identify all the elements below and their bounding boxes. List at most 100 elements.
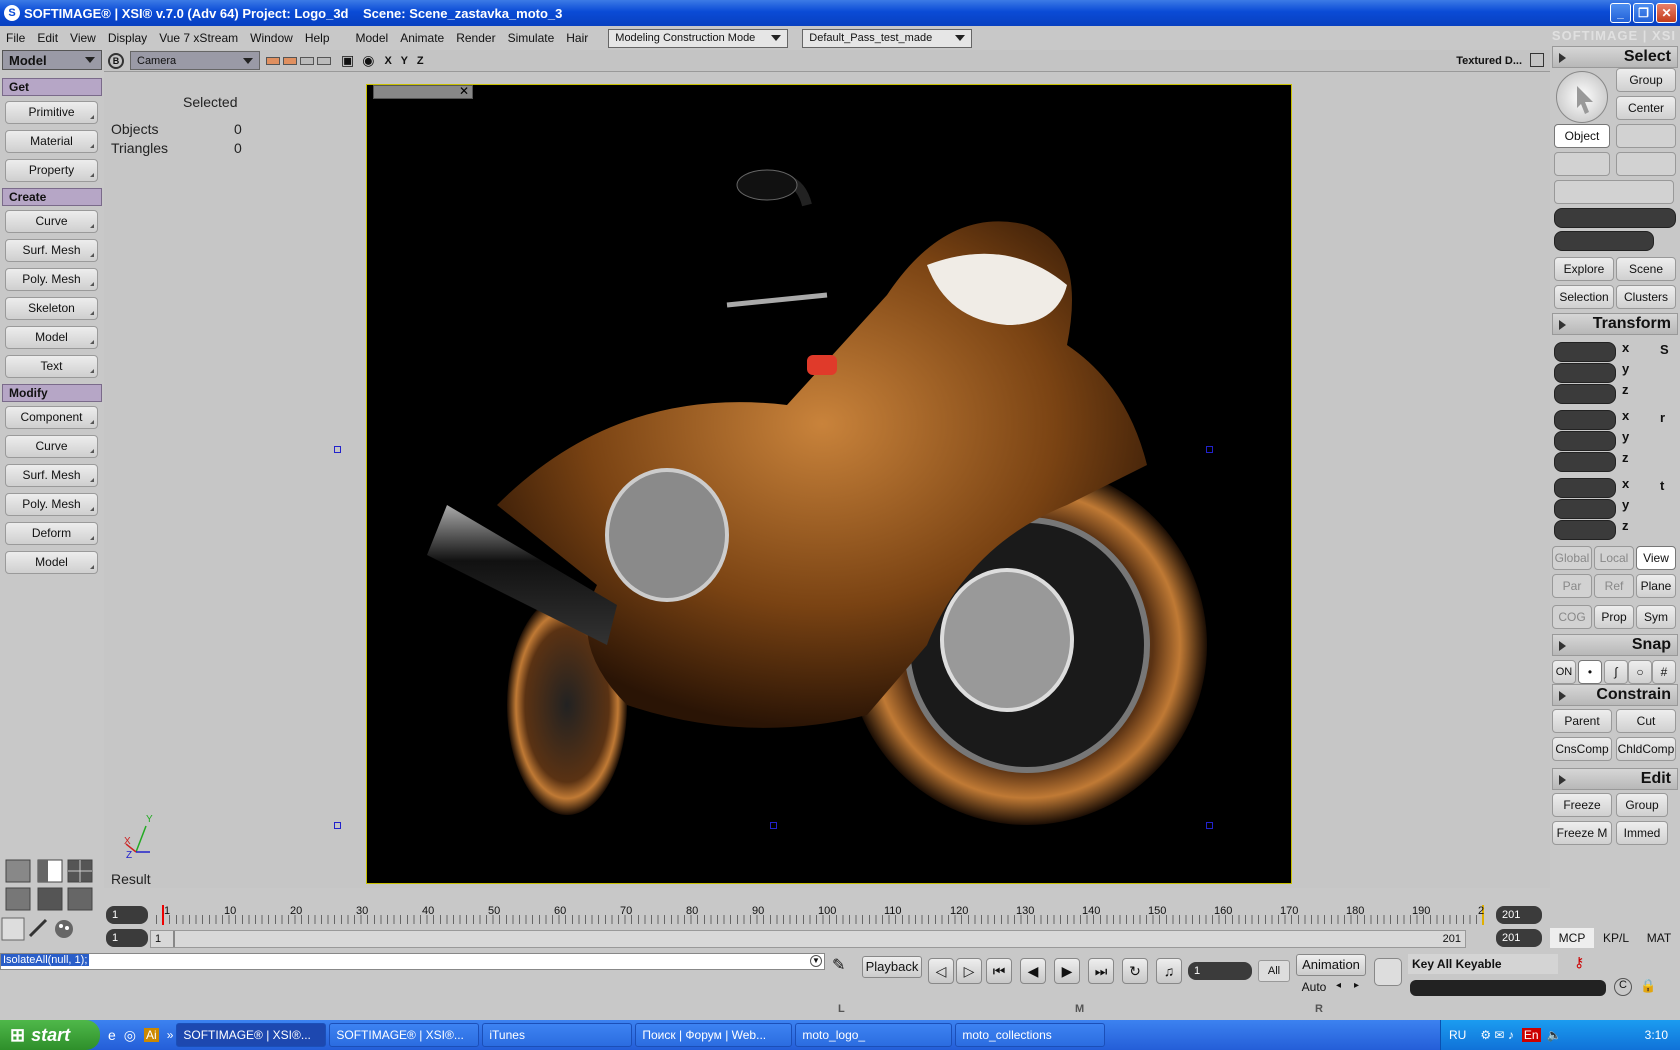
menu-vue[interactable]: Vue 7 xStream xyxy=(153,31,244,45)
loop-icon[interactable]: ↻ xyxy=(1122,958,1148,984)
key-lock-icon[interactable]: ⚷ xyxy=(1574,954,1594,974)
module-simulate[interactable]: Simulate xyxy=(502,31,561,45)
select-filter-dropdown[interactable] xyxy=(1554,180,1674,204)
illustrator-icon[interactable]: Ai xyxy=(144,1028,159,1042)
range-start-field[interactable]: 1 xyxy=(106,929,148,947)
prev-key-icon[interactable]: ◂ xyxy=(1336,980,1350,996)
display-mode-menu[interactable]: Textured D... xyxy=(1456,55,1522,67)
render-region-toolbar[interactable]: ✕ xyxy=(373,84,473,99)
first-frame-icon[interactable]: ⏮ xyxy=(986,958,1012,984)
tab-mcp[interactable]: MCP xyxy=(1550,928,1594,948)
rotate-x-field[interactable] xyxy=(1554,410,1616,430)
range-slider[interactable]: 1 201 xyxy=(150,930,1466,948)
audio-icon[interactable]: ♫ xyxy=(1156,958,1182,984)
eye-icon[interactable]: ◉ xyxy=(362,52,374,69)
plane-button[interactable]: Plane xyxy=(1636,574,1676,598)
create-skeleton-button[interactable]: Skeleton xyxy=(5,297,98,320)
module-animate[interactable]: Animate xyxy=(394,31,450,45)
task-softimage-1[interactable]: SOFTIMAGE® | XSI®... xyxy=(176,1023,327,1047)
constrain-header[interactable]: Constrain xyxy=(1552,684,1678,706)
range-end-field[interactable]: 201 xyxy=(1496,929,1542,947)
auto-key-button[interactable]: Auto xyxy=(1296,978,1332,996)
speaker-icon[interactable]: 🔈 xyxy=(1547,1028,1562,1042)
scale-y-field[interactable] xyxy=(1554,363,1616,383)
edit-header[interactable]: Edit xyxy=(1552,768,1678,790)
get-property-button[interactable]: Property xyxy=(5,159,98,182)
construction-mode-dropdown[interactable]: Modeling Construction Mode xyxy=(608,28,789,48)
rotate-z-field[interactable] xyxy=(1554,452,1616,472)
modify-deform-button[interactable]: Deform xyxy=(5,522,98,545)
sym-button[interactable]: Sym xyxy=(1636,605,1676,629)
module-hair[interactable]: Hair xyxy=(560,31,594,45)
animation-button[interactable]: Animation xyxy=(1296,954,1366,976)
cut-button[interactable]: Cut xyxy=(1616,709,1676,733)
parent-button[interactable]: Parent xyxy=(1552,709,1612,733)
handle-bottom-left[interactable] xyxy=(334,822,341,829)
prop-button[interactable]: Prop xyxy=(1594,605,1634,629)
timeline-ruler[interactable]: 1 10 20 30 40 50 60 70 80 90 100 110 120… xyxy=(156,905,1484,925)
viewport-layout-icons[interactable] xyxy=(4,858,94,914)
key-icon[interactable] xyxy=(1374,958,1402,986)
keying-field[interactable] xyxy=(1410,980,1606,996)
task-softimage-2[interactable]: SOFTIMAGE® | XSI®... xyxy=(329,1023,480,1047)
module-model[interactable]: Model xyxy=(350,31,395,45)
handle-bottom-right[interactable] xyxy=(1206,822,1213,829)
select-group-button[interactable]: Group xyxy=(1616,68,1676,92)
translate-y-field[interactable] xyxy=(1554,499,1616,519)
scale-x-field[interactable] xyxy=(1554,342,1616,362)
rotate-y-field[interactable] xyxy=(1554,431,1616,451)
play-forward-icon[interactable]: ▶ xyxy=(1054,958,1080,984)
section-modify[interactable]: Modify xyxy=(2,384,102,402)
render-region[interactable]: ✕ xyxy=(366,84,1292,884)
tool-icons[interactable] xyxy=(0,916,80,942)
snap-header[interactable]: Snap xyxy=(1552,634,1678,656)
menu-help[interactable]: Help xyxy=(299,31,336,45)
scale-z-field[interactable] xyxy=(1554,384,1616,404)
pass-dropdown[interactable]: Default_Pass_test_made xyxy=(802,28,973,48)
restore-button[interactable]: ❐ xyxy=(1633,3,1654,23)
snap-curve-icon[interactable]: ∫ xyxy=(1604,660,1628,684)
menu-file[interactable]: File xyxy=(0,31,31,45)
range-left-handle[interactable] xyxy=(173,931,175,947)
timeline-end-field[interactable]: 201 xyxy=(1496,906,1542,924)
select-empty-2[interactable] xyxy=(1554,152,1610,176)
browser-icon[interactable]: ◎ xyxy=(124,1027,136,1044)
create-surf-mesh-button[interactable]: Surf. Mesh xyxy=(5,239,98,262)
close-button[interactable]: ✕ xyxy=(1656,3,1677,23)
select-arrow-button[interactable] xyxy=(1556,71,1608,123)
module-render[interactable]: Render xyxy=(450,31,501,45)
playback-button[interactable]: Playback xyxy=(862,956,922,978)
select-empty-3[interactable] xyxy=(1616,152,1676,176)
global-button[interactable]: Global xyxy=(1552,546,1592,570)
translate-z-field[interactable] xyxy=(1554,520,1616,540)
freeze-button[interactable]: Freeze xyxy=(1552,793,1612,817)
cnscomp-button[interactable]: CnsComp xyxy=(1552,737,1612,761)
command-line[interactable]: IsolateAll(null, 1); ▼ xyxy=(0,953,825,970)
axes-toggle[interactable]: X Y Z xyxy=(384,55,426,67)
translate-t-button[interactable]: t xyxy=(1660,478,1664,493)
get-primitive-button[interactable]: Primitive xyxy=(5,101,98,124)
task-folder-moto-collections[interactable]: moto_collections xyxy=(955,1023,1106,1047)
language-indicator[interactable]: RU xyxy=(1449,1028,1466,1042)
task-itunes[interactable]: iTunes xyxy=(482,1023,633,1047)
tab-mat[interactable]: MAT xyxy=(1638,928,1680,948)
task-browser[interactable]: Поиск | Форум | Web... xyxy=(635,1023,793,1047)
clusters-button[interactable]: Clusters xyxy=(1616,285,1676,309)
previous-frame-icon[interactable]: ◁ xyxy=(928,958,954,984)
translate-x-field[interactable] xyxy=(1554,478,1616,498)
snap-grid-icon[interactable]: # xyxy=(1652,660,1676,684)
keying-panel-label[interactable]: Key All Keyable xyxy=(1408,954,1558,974)
get-material-button[interactable]: Material xyxy=(5,130,98,153)
selection-field-2[interactable] xyxy=(1554,231,1654,251)
clock[interactable]: 3:10 xyxy=(1645,1028,1668,1042)
modify-model-button[interactable]: Model xyxy=(5,551,98,574)
language-en-icon[interactable]: En xyxy=(1521,1028,1541,1042)
c-icon[interactable]: C xyxy=(1614,978,1632,996)
menu-window[interactable]: Window xyxy=(244,31,299,45)
camera-icon[interactable]: ▣ xyxy=(341,52,354,69)
handle-right[interactable] xyxy=(1206,446,1213,453)
close-icon[interactable]: ✕ xyxy=(459,84,469,98)
selection-field[interactable] xyxy=(1554,208,1676,228)
create-text-button[interactable]: Text xyxy=(5,355,98,378)
task-folder-moto-logo[interactable]: moto_logo_ xyxy=(795,1023,953,1047)
